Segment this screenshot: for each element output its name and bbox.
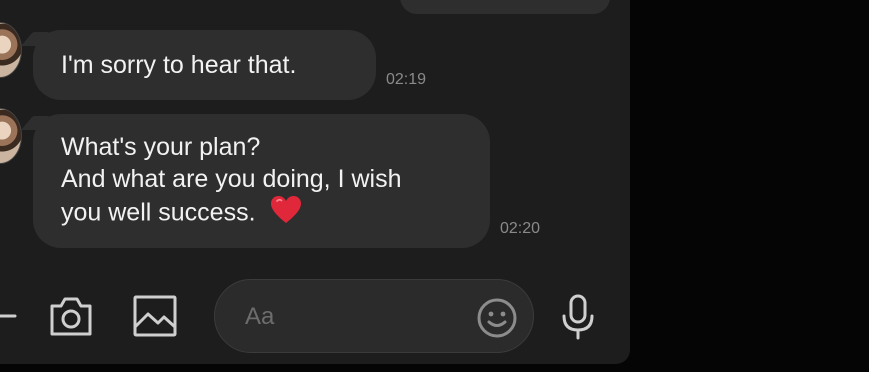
message-timestamp: 02:20 — [500, 220, 541, 237]
message-text: And what are you doing, I wish — [61, 165, 402, 193]
avatar[interactable] — [0, 108, 22, 164]
plus-icon[interactable] — [0, 306, 18, 331]
image-icon[interactable] — [132, 294, 178, 343]
previous-message-bubble[interactable] — [400, 0, 610, 14]
red-heart-icon — [270, 195, 302, 233]
chat-panel: I'm sorry to hear that. 02:19 What's you… — [0, 0, 630, 364]
message-text-line: you well success. — [61, 195, 462, 233]
message-input-box[interactable] — [214, 279, 534, 353]
message-text: I'm sorry to hear that. — [61, 51, 297, 79]
message-bubble[interactable]: What's your plan? And what are you doing… — [21, 114, 490, 248]
message-text: you well success. — [61, 198, 256, 227]
message-timestamp: 02:19 — [386, 71, 427, 88]
camera-icon[interactable] — [48, 294, 94, 343]
bubble-tail — [21, 116, 49, 130]
bubble-tail — [21, 32, 49, 46]
microphone-icon[interactable] — [560, 294, 596, 345]
message-input[interactable] — [243, 298, 467, 336]
avatar[interactable] — [0, 22, 22, 78]
emoji-icon[interactable] — [477, 298, 517, 343]
message-bubble[interactable]: I'm sorry to hear that. — [21, 30, 376, 100]
message-text: What's your plan? — [61, 133, 261, 161]
